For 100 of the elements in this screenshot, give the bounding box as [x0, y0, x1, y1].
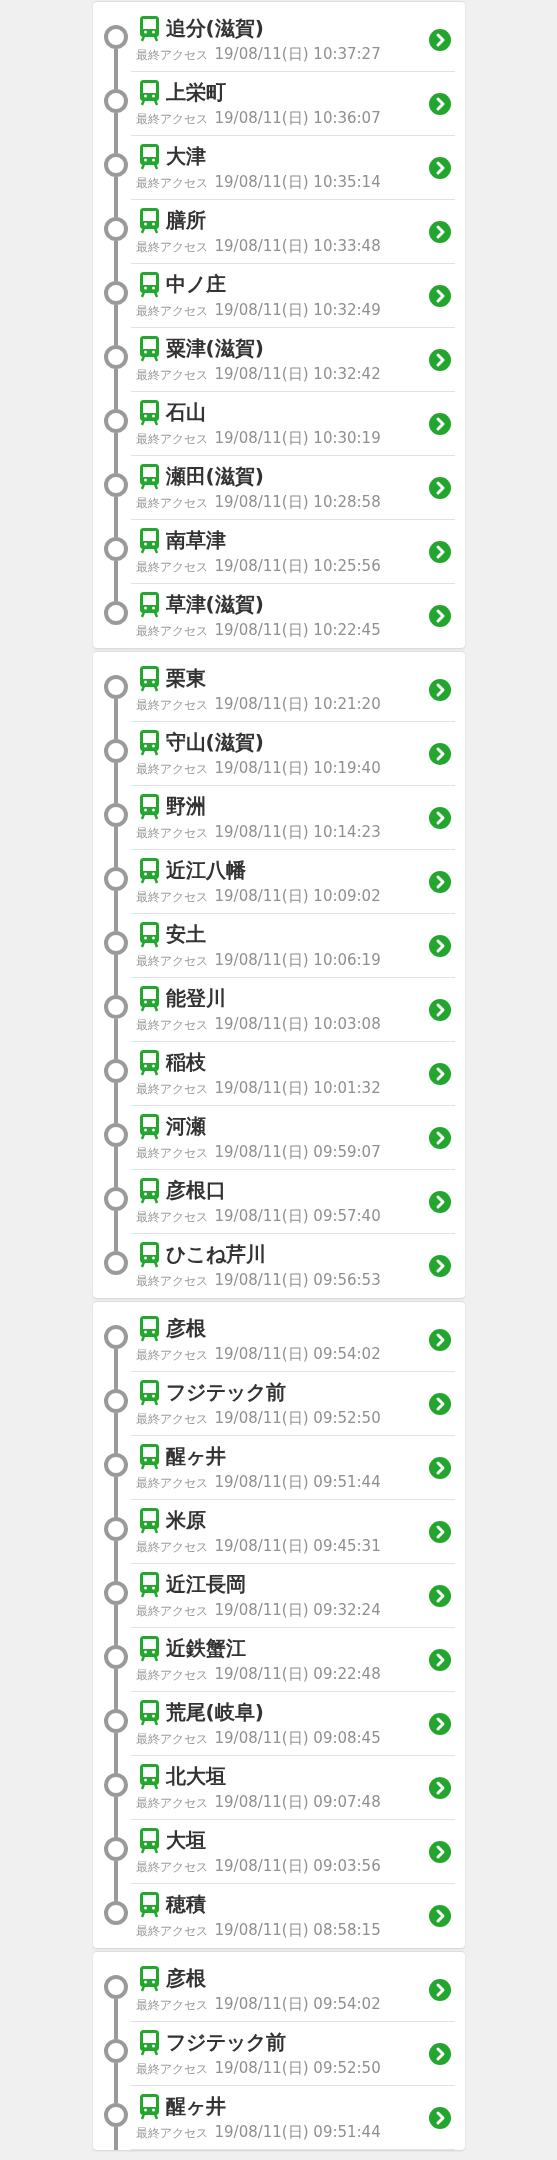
access-time: 19/08/11(日) 10:01:32	[214, 1079, 381, 1098]
access-label: 最終アクセス	[135, 1347, 208, 1364]
access-label: 最終アクセス	[135, 1209, 208, 1226]
chevron-right-icon[interactable]	[428, 412, 451, 435]
station-name: 北大垣	[165, 1763, 226, 1790]
station-name: 河瀬	[165, 1113, 206, 1140]
access-time: 19/08/11(日) 09:56:53	[214, 1271, 381, 1290]
access-time: 19/08/11(日) 10:22:45	[214, 621, 381, 640]
station-name: 米原	[165, 1507, 206, 1534]
access-label: 最終アクセス	[135, 953, 208, 970]
chevron-right-icon[interactable]	[428, 1776, 451, 1799]
access-time: 19/08/11(日) 10:30:19	[214, 429, 381, 448]
train-icon	[139, 1379, 159, 1406]
train-icon	[139, 463, 159, 490]
chevron-right-icon[interactable]	[428, 1392, 451, 1415]
chevron-right-icon[interactable]	[428, 1520, 451, 1543]
access-label: 最終アクセス	[135, 239, 208, 256]
station-name: 大津	[165, 143, 206, 170]
access-label: 最終アクセス	[135, 1273, 208, 1290]
station-name: 上栄町	[165, 79, 226, 106]
train-icon	[139, 985, 159, 1012]
access-label: 最終アクセス	[135, 825, 208, 842]
access-label: 最終アクセス	[135, 1475, 208, 1492]
train-icon	[139, 665, 159, 692]
chevron-right-icon[interactable]	[428, 1904, 451, 1927]
station-name: 安土	[165, 921, 206, 948]
station-name: 彦根	[165, 1965, 206, 1992]
chevron-right-icon[interactable]	[428, 1584, 451, 1607]
train-icon	[139, 1965, 159, 1992]
station-name: 膳所	[165, 207, 206, 234]
train-icon	[139, 1827, 159, 1854]
chevron-right-icon[interactable]	[428, 2042, 451, 2065]
access-time: 19/08/11(日) 10:25:56	[214, 557, 381, 576]
access-label: 最終アクセス	[135, 2125, 208, 2142]
chevron-right-icon[interactable]	[428, 1978, 451, 2001]
access-label: 最終アクセス	[135, 1997, 208, 2014]
station-name: 醒ヶ井	[165, 2093, 226, 2120]
station-name: 稲枝	[165, 1049, 206, 1076]
access-time: 19/08/11(日) 10:14:23	[214, 823, 381, 842]
access-time: 19/08/11(日) 09:08:45	[214, 1729, 381, 1748]
chevron-right-icon[interactable]	[428, 92, 451, 115]
access-time: 19/08/11(日) 09:07:48	[214, 1793, 381, 1812]
chevron-right-icon[interactable]	[428, 1254, 451, 1277]
station-name: 瀬田(滋賀)	[165, 463, 264, 490]
chevron-right-icon[interactable]	[428, 1840, 451, 1863]
train-icon	[139, 79, 159, 106]
train-icon	[139, 399, 159, 426]
access-time: 19/08/11(日) 10:28:58	[214, 493, 381, 512]
station-name: 石山	[165, 399, 206, 426]
access-label: 最終アクセス	[135, 111, 208, 128]
station-name: フジテック前	[165, 1379, 286, 1406]
chevron-right-icon[interactable]	[428, 540, 451, 563]
chevron-right-icon[interactable]	[428, 220, 451, 243]
chevron-right-icon[interactable]	[428, 934, 451, 957]
access-time: 19/08/11(日) 09:52:50	[214, 1409, 381, 1428]
access-time: 19/08/11(日) 09:03:56	[214, 1857, 381, 1876]
chevron-right-icon[interactable]	[428, 348, 451, 371]
train-icon	[139, 1443, 159, 1470]
chevron-right-icon[interactable]	[428, 1648, 451, 1671]
access-label: 最終アクセス	[135, 175, 208, 192]
station-name: 近鉄蟹江	[165, 1635, 246, 1662]
train-icon	[139, 591, 159, 618]
station-name: 栗東	[165, 665, 206, 692]
chevron-right-icon[interactable]	[428, 1328, 451, 1351]
chevron-right-icon[interactable]	[428, 2106, 451, 2129]
station-name: 彦根口	[165, 1177, 226, 1204]
chevron-right-icon[interactable]	[428, 806, 451, 829]
access-time: 19/08/11(日) 10:09:02	[214, 887, 381, 906]
station-name: 追分(滋賀)	[165, 15, 264, 42]
access-label: 最終アクセス	[135, 367, 208, 384]
train-icon	[139, 1507, 159, 1534]
chevron-right-icon[interactable]	[428, 1190, 451, 1213]
train-icon	[139, 1699, 159, 1726]
chevron-right-icon[interactable]	[428, 284, 451, 307]
chevron-right-icon[interactable]	[428, 156, 451, 179]
station-name: 穂積	[165, 1891, 206, 1918]
chevron-right-icon[interactable]	[428, 742, 451, 765]
access-time: 19/08/11(日) 09:52:50	[214, 2059, 381, 2078]
station-name: 中ノ庄	[165, 271, 226, 298]
chevron-right-icon[interactable]	[428, 870, 451, 893]
chevron-right-icon[interactable]	[428, 1456, 451, 1479]
access-label: 最終アクセス	[135, 431, 208, 448]
chevron-right-icon[interactable]	[428, 998, 451, 1021]
access-label: 最終アクセス	[135, 1081, 208, 1098]
access-label: 最終アクセス	[135, 761, 208, 778]
access-label: 最終アクセス	[135, 623, 208, 640]
chevron-right-icon[interactable]	[428, 678, 451, 701]
station-name: フジテック前	[165, 2029, 286, 2056]
chevron-right-icon[interactable]	[428, 1712, 451, 1735]
train-icon	[139, 857, 159, 884]
chevron-right-icon[interactable]	[428, 604, 451, 627]
station-name: 粟津(滋賀)	[165, 335, 264, 362]
chevron-right-icon[interactable]	[428, 1126, 451, 1149]
access-time: 19/08/11(日) 09:51:44	[214, 2123, 381, 2142]
chevron-right-icon[interactable]	[428, 1062, 451, 1085]
chevron-right-icon[interactable]	[428, 476, 451, 499]
chevron-right-icon[interactable]	[428, 28, 451, 51]
access-time: 19/08/11(日) 08:58:15	[214, 1921, 381, 1940]
access-time: 19/08/11(日) 10:03:08	[214, 1015, 381, 1034]
access-label: 最終アクセス	[135, 1795, 208, 1812]
